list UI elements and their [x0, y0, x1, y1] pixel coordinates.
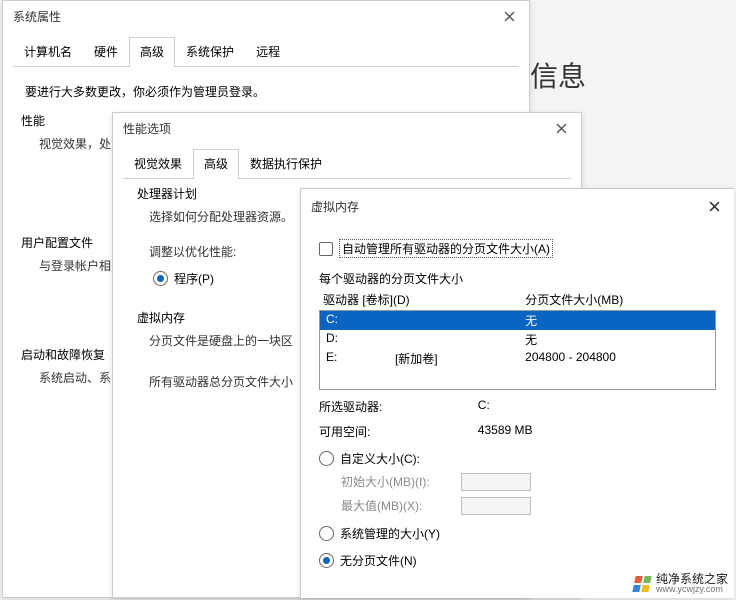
tab-computer-name[interactable]: 计算机名: [13, 37, 83, 66]
initial-size-label: 初始大小(MB)(I):: [341, 473, 461, 491]
w3-title: 虚拟内存: [311, 198, 704, 215]
auto-manage-label: 自动管理所有驱动器的分页文件大小(A): [339, 239, 553, 258]
tab-advanced2[interactable]: 高级: [193, 149, 239, 178]
max-size-input: [461, 497, 531, 515]
watermark: 纯净系统之家 www.ycwjzy.com: [634, 573, 728, 594]
close-icon[interactable]: [499, 6, 519, 26]
selected-drive-label: 所选驱动器:: [319, 398, 478, 415]
radio-nopage-label: 无分页文件(N): [340, 552, 417, 569]
radio-programs-label: 程序(P): [174, 270, 214, 287]
w2-tabs: 视觉效果 高级 数据执行保护: [123, 149, 571, 179]
selected-drive-value: C:: [478, 398, 716, 415]
radio-dot-icon: [153, 271, 168, 286]
tab-system-protection[interactable]: 系统保护: [175, 37, 245, 66]
watermark-logo-icon: [632, 576, 651, 592]
max-size-label: 最大值(MB)(X):: [341, 497, 461, 515]
list-item[interactable]: E: [新加卷] 204800 - 204800: [320, 349, 715, 368]
w1-title: 系统属性: [13, 8, 499, 25]
tab-advanced[interactable]: 高级: [129, 37, 175, 66]
list-item[interactable]: D: 无: [320, 330, 715, 349]
virtual-memory-window: 虚拟内存 自动管理所有驱动器的分页文件大小(A) 每个驱动器的分页文件大小 驱动…: [300, 188, 734, 598]
radio-dot-icon: [319, 451, 334, 466]
watermark-url: www.ycwjzy.com: [656, 585, 728, 594]
w2-title: 性能选项: [123, 120, 551, 137]
tab-remote[interactable]: 远程: [245, 37, 291, 66]
w1-titlebar: 系统属性: [3, 1, 529, 31]
close-icon[interactable]: [704, 196, 724, 216]
radio-custom-label: 自定义大小(C):: [340, 450, 420, 467]
initial-size-input: [461, 473, 531, 491]
admin-note: 要进行大多数更改，你必须作为管理员登录。: [25, 83, 507, 100]
radio-no-paging[interactable]: 无分页文件(N): [319, 552, 716, 569]
bg-title: 信息: [530, 55, 586, 95]
tab-visual-effects[interactable]: 视觉效果: [123, 149, 193, 178]
list-item[interactable]: C: 无: [320, 311, 715, 330]
free-space-value: 43589 MB: [478, 423, 716, 440]
drive-list[interactable]: C: 无 D: 无 E: [新加卷] 204800 - 204800: [319, 310, 716, 390]
radio-dot-icon: [319, 526, 334, 541]
w1-tabs: 计算机名 硬件 高级 系统保护 远程: [13, 37, 519, 67]
per-drive-label: 每个驱动器的分页文件大小: [319, 270, 716, 287]
tab-hardware[interactable]: 硬件: [83, 37, 129, 66]
radio-custom[interactable]: 自定义大小(C):: [319, 450, 716, 467]
radio-system-label: 系统管理的大小(Y): [340, 525, 440, 542]
col-size: 分页文件大小(MB): [525, 291, 712, 308]
radio-system-managed[interactable]: 系统管理的大小(Y): [319, 525, 716, 542]
w3-titlebar: 虚拟内存: [301, 189, 734, 223]
tab-dep[interactable]: 数据执行保护: [239, 149, 333, 178]
close-icon[interactable]: [551, 118, 571, 138]
auto-manage-checkbox[interactable]: 自动管理所有驱动器的分页文件大小(A): [319, 239, 716, 258]
free-space-label: 可用空间:: [319, 423, 478, 440]
radio-dot-icon: [319, 553, 334, 568]
w2-titlebar: 性能选项: [113, 113, 581, 143]
col-drive: 驱动器 [卷标](D): [323, 291, 525, 308]
checkbox-icon: [319, 242, 333, 256]
